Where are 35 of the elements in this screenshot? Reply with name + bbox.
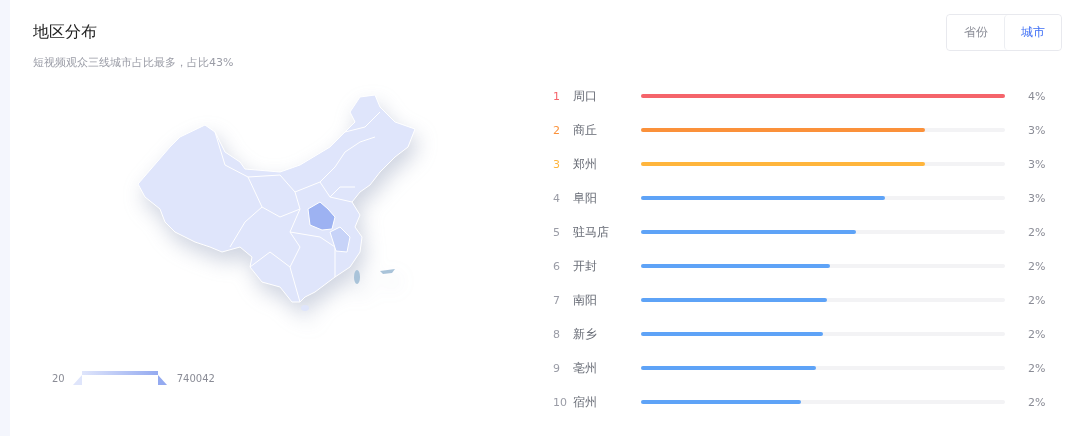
percent-value: 3%	[1028, 123, 1046, 137]
rank-number: 3	[553, 157, 561, 171]
rank-number: 8	[553, 327, 561, 341]
city-name: 驻马店	[573, 223, 610, 241]
section-subtitle: 短视频观众三线城市占比最多，占比43%	[33, 55, 234, 70]
percent-value: 2%	[1028, 293, 1046, 307]
city-name: 周口	[573, 87, 598, 105]
rank-number: 9	[553, 361, 561, 375]
percent-value: 2%	[1028, 327, 1046, 341]
city-name: 郑州	[573, 155, 598, 173]
legend-max-label: 740042	[176, 372, 215, 384]
city-name: 亳州	[573, 359, 598, 377]
percent-value: 3%	[1028, 191, 1046, 205]
city-name: 宿州	[573, 393, 598, 411]
city-name: 开封	[573, 257, 598, 275]
rank-number: 4	[553, 191, 561, 205]
rank-number: 5	[553, 225, 561, 239]
percent-value: 2%	[1028, 395, 1046, 409]
legend-min-label: 20	[52, 372, 65, 384]
rank-number: 2	[553, 123, 561, 137]
city-name: 南阳	[573, 291, 598, 309]
rank-number: 6	[553, 259, 561, 273]
percent-value: 2%	[1028, 225, 1046, 239]
rank-number: 1	[553, 89, 561, 103]
percent-value: 3%	[1028, 157, 1046, 171]
rank-number: 7	[553, 293, 561, 307]
city-name: 阜阳	[573, 189, 598, 207]
section-title: 地区分布	[33, 22, 98, 43]
city-name: 商丘	[573, 121, 598, 139]
percent-value: 2%	[1028, 259, 1046, 273]
rank-number: 10	[553, 395, 568, 409]
percent-value: 4%	[1028, 89, 1046, 103]
city-name: 新乡	[573, 325, 598, 343]
percent-value: 2%	[1028, 361, 1046, 375]
tab[interactable]: 城市	[1004, 15, 1061, 50]
